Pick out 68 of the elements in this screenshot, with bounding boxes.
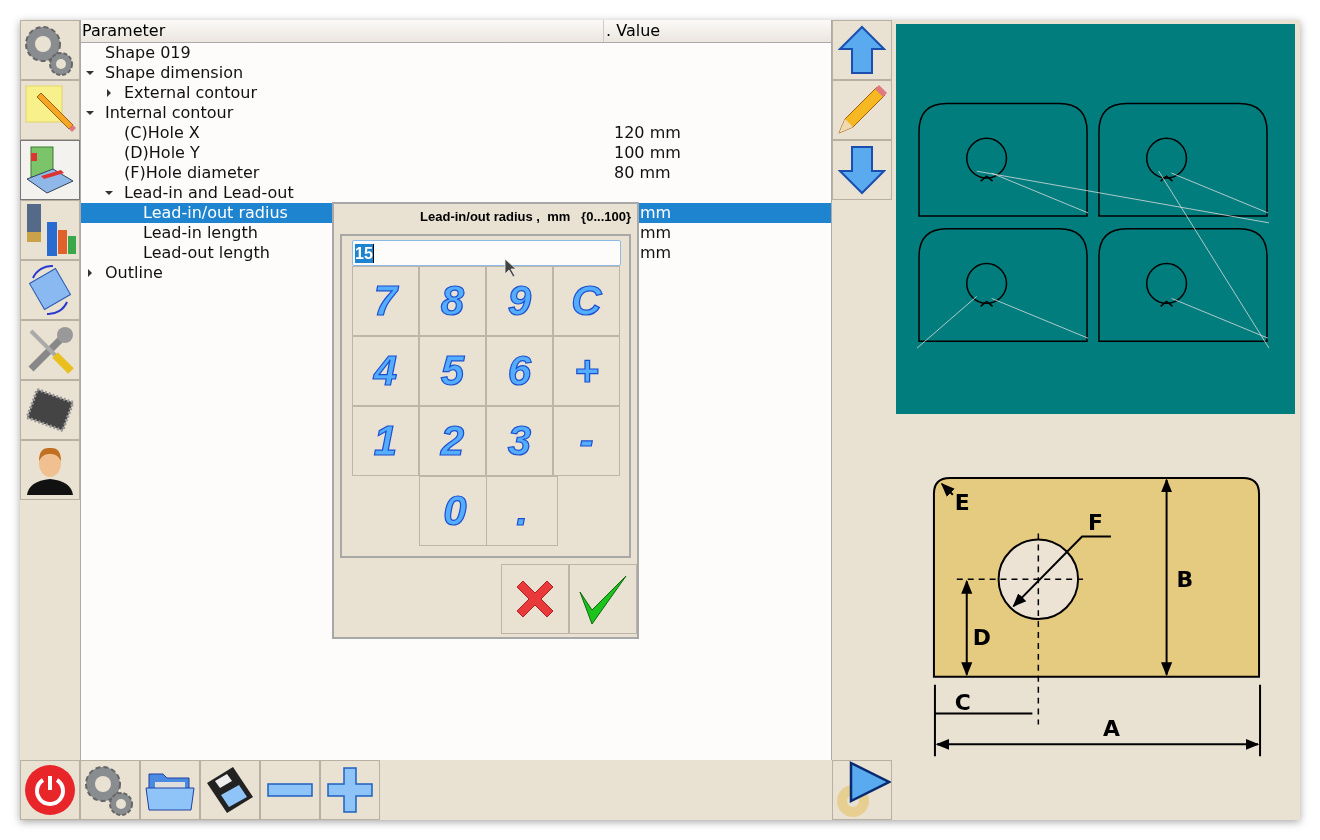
collapsed-arrow-icon[interactable] [105, 89, 113, 97]
parameter-label: Lead-in length [143, 223, 258, 243]
parameter-value: mm [640, 203, 672, 222]
tree-item[interactable]: Lead-in and Lead-out [81, 183, 614, 203]
parameter-label: Outline [105, 263, 163, 283]
parameter-value: 100 mm [614, 143, 681, 162]
power-button[interactable] [20, 760, 80, 820]
pencil-icon [835, 83, 889, 137]
dimension-label: B [1176, 567, 1194, 592]
parameter-label: (C)Hole X [124, 123, 200, 143]
parameter-value: mm [640, 243, 672, 262]
up-arrow-icon [838, 25, 886, 75]
tree-item[interactable]: (C)Hole X [81, 123, 614, 143]
dimension-label: A [1102, 716, 1120, 742]
parameter-label: Lead-out length [143, 243, 270, 263]
chip-button[interactable] [20, 380, 80, 440]
down-arrow-icon [838, 145, 886, 195]
cycle-button[interactable] [20, 260, 80, 320]
move-down-button[interactable] [832, 140, 892, 200]
user-button[interactable] [20, 440, 80, 500]
parameter-label: Lead-in/out radius [143, 203, 288, 223]
parameter-label: Shape dimension [105, 63, 244, 83]
value-input-field[interactable]: 15 [352, 240, 621, 266]
parameter-label: Shape 019 [105, 43, 191, 63]
expanded-arrow-icon[interactable] [86, 109, 94, 117]
column-header[interactable]: . Value [604, 20, 661, 42]
tree-item[interactable]: (D)Hole Y [81, 143, 614, 163]
expanded-arrow-icon[interactable] [86, 69, 94, 77]
tree-item[interactable]: Shape 019 [81, 43, 614, 63]
power-icon [24, 764, 76, 816]
open-button[interactable] [140, 760, 200, 820]
selected-tree-item[interactable]: Lead-in/out radius [81, 203, 332, 223]
tree-item[interactable]: (F)Hole diameter [81, 163, 614, 183]
dimension-label: D [972, 624, 991, 650]
tree-item[interactable]: Lead-in length [81, 223, 332, 243]
parameter-value: mm [640, 223, 672, 242]
tree-item[interactable]: Shape dimension [81, 63, 614, 83]
books-button[interactable] [20, 140, 80, 200]
parameter-value: 120 mm [614, 123, 681, 142]
tree-item[interactable]: Lead-out length [81, 243, 332, 263]
cancel-button[interactable] [501, 564, 569, 634]
move-up-button[interactable] [832, 20, 892, 80]
mouse-pointer-icon [504, 258, 516, 278]
tree-item[interactable]: Internal contour [81, 103, 614, 123]
parameter-label: External contour [124, 83, 257, 103]
dimension-label: C [954, 689, 971, 715]
run-button[interactable] [832, 760, 892, 820]
parameter-label: (D)Hole Y [124, 143, 200, 163]
minus-icon [267, 783, 313, 797]
plus-icon [327, 767, 373, 813]
note-button[interactable] [20, 80, 80, 140]
plus-button[interactable] [320, 760, 380, 820]
column-header[interactable]: Parameter [81, 20, 604, 42]
parameter-label: (F)Hole diameter [124, 163, 260, 183]
dimension-label: E [954, 489, 970, 515]
save-button[interactable] [200, 760, 260, 820]
collapsed-arrow-icon[interactable] [86, 269, 94, 277]
parameter-label: Internal contour [105, 103, 234, 123]
parameter-label: Lead-in and Lead-out [124, 183, 294, 203]
dimension-label: F [1088, 509, 1103, 535]
parameter-value: 80 mm [614, 163, 671, 182]
expanded-arrow-icon[interactable] [105, 189, 113, 197]
confirm-button[interactable] [569, 564, 637, 634]
settings-button[interactable] [80, 760, 140, 820]
tree-item[interactable]: External contour [81, 83, 614, 103]
dialog-title: Lead-in/out radius , mm {0...100} [420, 208, 632, 226]
drill-button[interactable] [20, 200, 80, 260]
gears-button[interactable] [20, 20, 80, 80]
